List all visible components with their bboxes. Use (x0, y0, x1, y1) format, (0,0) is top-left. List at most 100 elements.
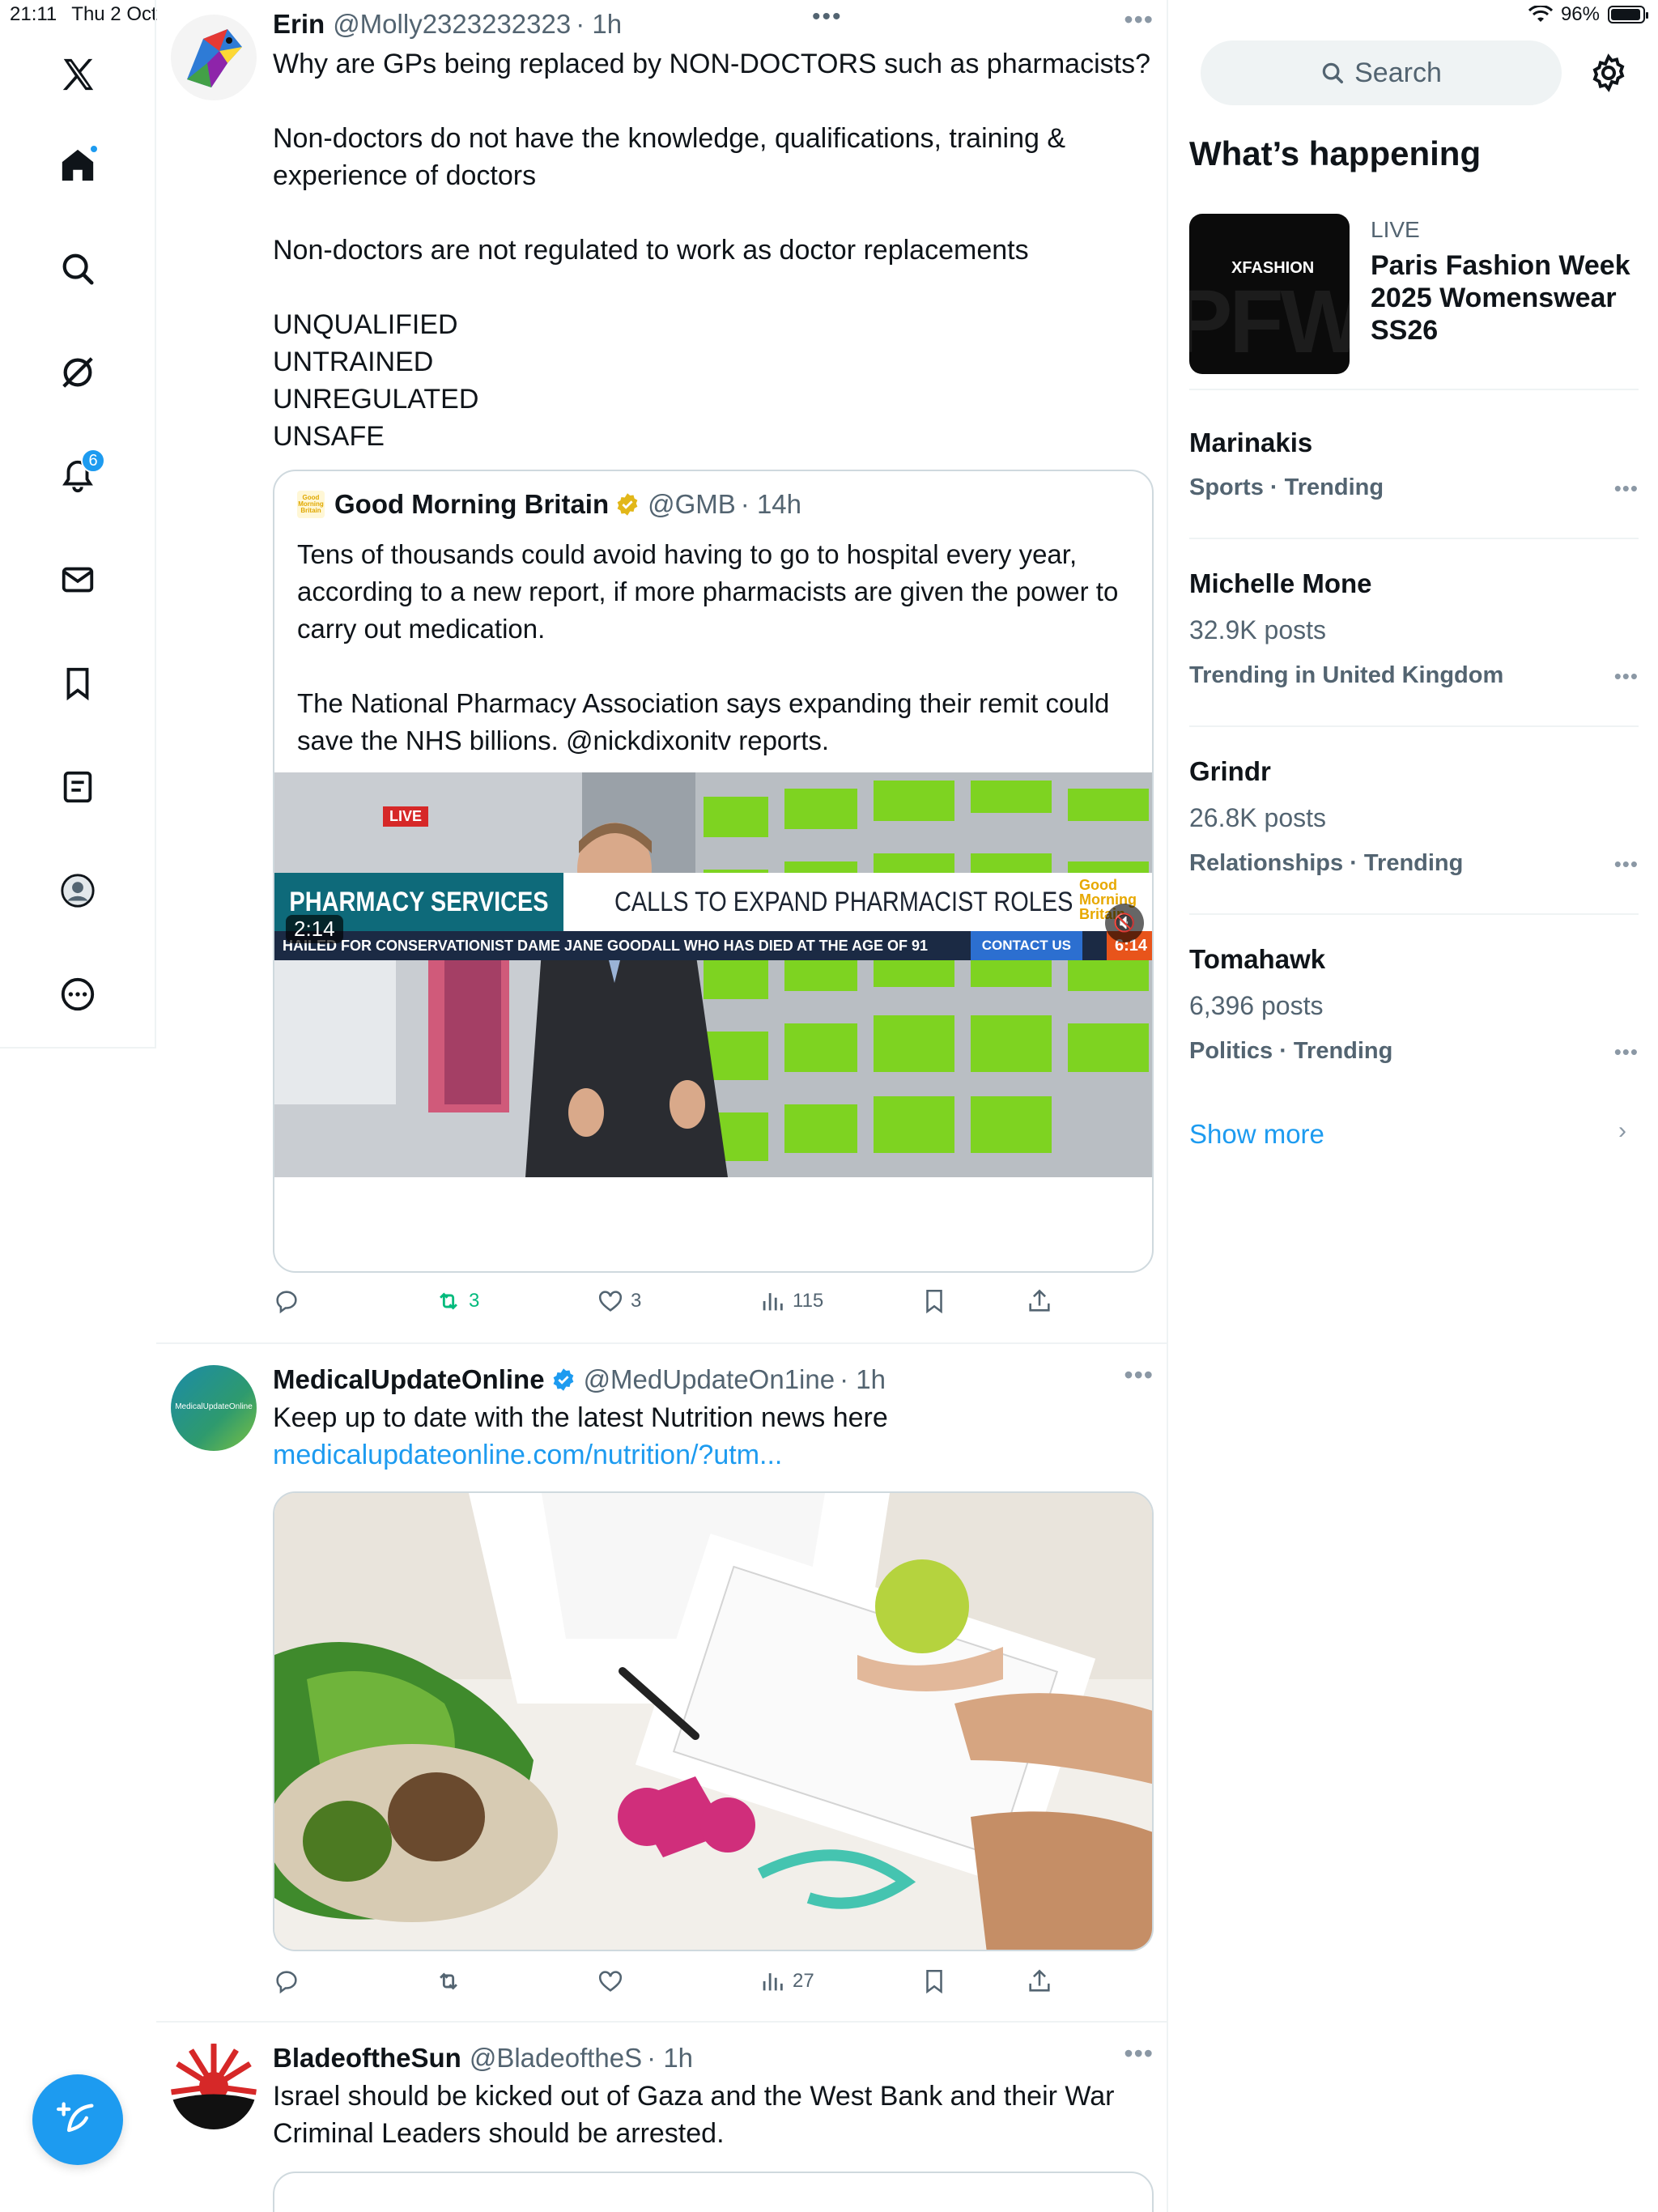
tweet-header: Erin @Molly2323232323 · 1h (273, 6, 1154, 42)
repost-button[interactable] (435, 1967, 462, 1995)
video-player[interactable]: LIVE (274, 772, 1152, 1177)
search-input[interactable]: Search (1201, 40, 1562, 105)
tweet-content: BladeoftheSun @BladeoftheS · 1h ••• Isra… (273, 2039, 1154, 2152)
trend-name: Michelle Mone (1189, 568, 1372, 598)
compose-post-button[interactable] (32, 2074, 123, 2165)
gmb-avatar: Good Morning Britain (297, 491, 325, 518)
mute-icon[interactable]: 🔇 (1105, 904, 1144, 942)
more-options-icon[interactable]: ••• (1614, 1040, 1639, 1065)
news-ticker: HAILED FOR CONSERVATIONIST DAME JANE GOO… (274, 931, 1152, 960)
trend-category: Trending in United Kingdom (1189, 662, 1504, 688)
avatar[interactable] (171, 2044, 257, 2129)
more-options-icon[interactable]: ••• (1614, 852, 1639, 877)
bookmark-icon (926, 1289, 942, 1314)
live-badge: LIVE (383, 806, 429, 827)
display-name[interactable]: MedicalUpdateOnline (273, 1364, 545, 1395)
trend-name: Grindr (1189, 756, 1271, 786)
quoted-tweet[interactable] (273, 2172, 1154, 2212)
tweet-link[interactable]: medicalupdateonline.com/nutrition/?utm..… (273, 1436, 1154, 1474)
search-icon (1322, 62, 1344, 83)
home-icon[interactable] (49, 136, 107, 194)
nutrition-photo (274, 1493, 1152, 1950)
more-options-icon[interactable] (49, 965, 107, 1023)
trend-name: Marinakis (1189, 428, 1313, 457)
trend-item[interactable]: Grindr 26.8K posts Relationships · Trend… (1189, 727, 1639, 915)
like-count: 3 (631, 1290, 642, 1312)
quoted-handle[interactable]: @GMB (648, 489, 736, 520)
user-handle[interactable]: @BladeoftheS (470, 2043, 642, 2074)
quoted-display-name[interactable]: Good Morning Britain (334, 489, 609, 520)
bookmarks-icon[interactable] (49, 654, 107, 713)
post-time[interactable]: · 1h (576, 9, 622, 40)
quoted-tweet[interactable]: Good Morning Britain Good Morning Britain … (273, 470, 1154, 1273)
like-button[interactable]: 3 (597, 1287, 641, 1315)
tweet-erin[interactable]: Erin @Molly2323232323 · 1h ••• Why are G… (156, 0, 1168, 1344)
trend-count: 32.9K posts (1189, 615, 1326, 644)
post-time[interactable]: · 1h (840, 1364, 886, 1395)
bookmark-button[interactable] (920, 1287, 948, 1315)
notifications-badge: 6 (81, 449, 105, 473)
display-name[interactable]: BladeoftheSun (273, 2043, 461, 2074)
share-button[interactable] (1026, 1967, 1053, 1995)
x-logo-icon[interactable] (49, 45, 107, 104)
tweet-actions: 3 3 115 (273, 1287, 1082, 1323)
featured-trend[interactable]: PFW XFASHION LIVE Paris Fashion Week 202… (1189, 214, 1639, 390)
user-handle[interactable]: @MedUpdateOn1ine (584, 1364, 835, 1395)
trend-name: Tomahawk (1189, 944, 1326, 974)
featured-trend-image: PFW XFASHION (1189, 214, 1350, 374)
bookmark-button[interactable] (920, 1967, 948, 1995)
chevron-right-icon[interactable]: › (1618, 1117, 1626, 1145)
reply-button[interactable] (273, 1287, 307, 1315)
views-button[interactable]: 115 (759, 1287, 823, 1315)
share-button[interactable] (1026, 1287, 1053, 1315)
tweet-text: Why are GPs being replaced by NON-DOCTOR… (273, 49, 1150, 452)
featured-image-bg-text: PFW (1189, 272, 1350, 372)
views-button[interactable]: 27 (759, 1967, 814, 1995)
lists-icon[interactable] (49, 758, 107, 816)
post-time[interactable]: · 1h (647, 2043, 693, 2074)
heart-icon (598, 1291, 623, 1312)
more-options-icon[interactable]: ••• (1124, 5, 1154, 35)
trend-category: Politics · Trending (1189, 1038, 1393, 1064)
reply-icon (276, 1291, 297, 1314)
more-options-icon[interactable]: ••• (1124, 1360, 1154, 1390)
repost-button[interactable]: 3 (435, 1287, 479, 1315)
like-button[interactable] (597, 1967, 624, 1995)
tweet-bladeofthesun[interactable]: BladeoftheSun @BladeoftheS · 1h ••• Isra… (156, 2023, 1168, 2212)
messages-envelope-icon[interactable] (49, 551, 107, 609)
profile-avatar-icon[interactable] (49, 861, 107, 920)
reply-icon (276, 1971, 297, 1994)
heart-icon (598, 1971, 623, 1992)
avatar[interactable] (171, 15, 257, 100)
trend-category: Sports · Trending (1189, 474, 1384, 500)
more-options-icon[interactable]: ••• (1124, 2039, 1154, 2069)
show-more-link[interactable]: Show more (1189, 1119, 1324, 1150)
trend-item[interactable]: Michelle Mone 32.9K posts Trending in Un… (1189, 539, 1639, 727)
featured-image-text: XFASHION (1231, 259, 1315, 277)
right-sidebar: Search What’s happening PFW XFASHION LIV… (1168, 0, 1658, 2212)
tweet-image[interactable] (273, 1491, 1154, 1951)
whats-happening-title: What’s happening (1189, 134, 1482, 172)
home-unread-dot (89, 144, 99, 154)
display-name[interactable]: Erin (273, 9, 325, 40)
home-timeline: ••• Erin @Molly2323232323 · 1h ••• Why a… (156, 0, 1168, 2212)
trend-item[interactable]: Tomahawk 6,396 posts Politics · Trending… (1189, 915, 1639, 1103)
repost-icon (440, 1292, 457, 1310)
tweet-content: Erin @Molly2323232323 · 1h ••• Why are G… (273, 5, 1154, 455)
ticker-text: HAILED FOR CONSERVATIONIST DAME JANE GOO… (283, 937, 929, 954)
more-options-icon[interactable]: ••• (1614, 664, 1639, 689)
trend-category: Relationships · Trending (1189, 850, 1464, 876)
notifications-bell-icon[interactable]: 6 (49, 447, 107, 505)
grok-icon[interactable] (49, 343, 107, 402)
trend-count: 26.8K posts (1189, 803, 1326, 832)
avatar[interactable]: MedicalUpdateOnline (171, 1365, 257, 1451)
tweet-medicalupdateonline[interactable]: MedicalUpdateOnline MedicalUpdateOnline … (156, 1344, 1168, 2023)
more-options-icon[interactable]: ••• (1614, 476, 1639, 501)
search-icon[interactable] (49, 240, 107, 298)
trend-item[interactable]: Marinakis Sports · Trending ••• (1189, 405, 1639, 539)
user-handle[interactable]: @Molly2323232323 (333, 9, 571, 40)
banner-right: CALLS TO EXPAND PHARMACIST ROLES (614, 886, 1073, 917)
left-nav-rail: 6 (0, 0, 156, 1049)
reply-button[interactable] (273, 1967, 300, 1995)
settings-gear-icon[interactable] (1589, 53, 1628, 92)
